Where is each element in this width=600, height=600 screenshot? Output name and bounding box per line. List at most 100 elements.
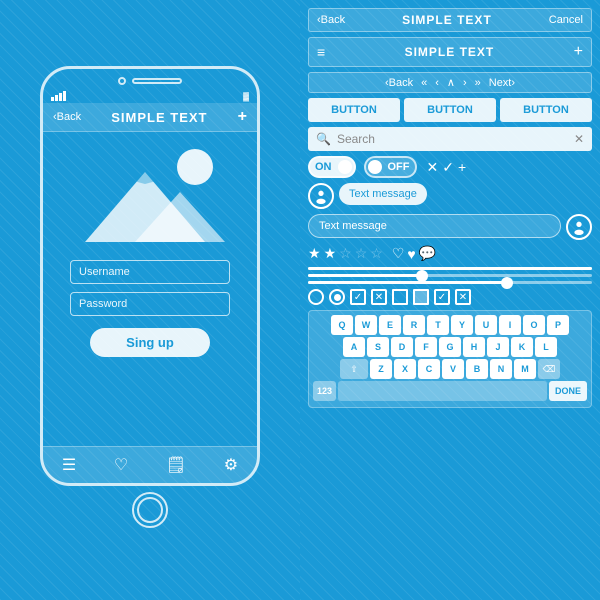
button-3[interactable]: BUTTON xyxy=(500,98,592,122)
key-done[interactable]: DONE xyxy=(549,381,587,401)
phone-back-button[interactable]: ‹Back xyxy=(53,111,81,123)
signal-bar-1 xyxy=(51,97,54,101)
star-empty-3[interactable]: ☆ xyxy=(370,245,383,262)
search-bar[interactable]: 🔍 Search ✕ xyxy=(308,127,592,151)
navbar-menu-icon[interactable]: ☰ xyxy=(62,455,76,475)
close-icon[interactable]: ✕ xyxy=(427,159,439,176)
key-num[interactable]: 123 xyxy=(313,381,336,401)
check-icon[interactable]: ✓ xyxy=(442,159,454,176)
keyboard-row-4: 123 DONE xyxy=(313,381,587,401)
key-m[interactable]: M xyxy=(514,359,536,379)
key-w[interactable]: W xyxy=(355,315,377,335)
toggle-row: ON OFF ✕ ✓ + xyxy=(308,156,592,178)
key-n[interactable]: N xyxy=(490,359,512,379)
toggle-off[interactable]: OFF xyxy=(364,156,417,178)
checkbox-x2[interactable]: ✕ xyxy=(455,289,471,305)
nav1-back[interactable]: ‹Back xyxy=(317,14,345,26)
key-space[interactable] xyxy=(338,381,547,401)
slider-3-thumb xyxy=(501,277,513,289)
key-z[interactable]: Z xyxy=(370,359,392,379)
checkbox-x[interactable]: ✕ xyxy=(371,289,387,305)
phone-content: Sing up xyxy=(43,132,257,446)
key-c[interactable]: C xyxy=(418,359,440,379)
phone-home-button[interactable] xyxy=(132,492,168,528)
nav1-cancel[interactable]: Cancel xyxy=(549,14,583,26)
signal-bar-3 xyxy=(59,93,62,101)
slider-3[interactable] xyxy=(308,281,592,284)
key-b[interactable]: B xyxy=(466,359,488,379)
checkbox-check2[interactable]: ✓ xyxy=(434,289,450,305)
key-a[interactable]: A xyxy=(343,337,365,357)
star-filled-2[interactable]: ★ xyxy=(324,245,337,262)
radio-1[interactable] xyxy=(308,289,324,305)
heart-icon[interactable]: ♡ xyxy=(392,245,405,262)
username-input[interactable] xyxy=(70,260,230,284)
keyboard-row-3: ⇧ Z X C V B N M ⌫ xyxy=(313,359,587,379)
navbar-gear-icon[interactable]: ⚙ xyxy=(224,455,238,475)
pag-next[interactable]: Next› xyxy=(487,77,517,89)
pag-next1[interactable]: › xyxy=(461,77,469,89)
pag-back[interactable]: ‹Back xyxy=(383,77,415,89)
key-d[interactable]: D xyxy=(391,337,413,357)
pagination-bar: ‹Back « ‹ ∧ › » Next› xyxy=(308,72,592,93)
slider-2[interactable] xyxy=(308,274,592,277)
chat-bubble-icon[interactable]: 💬 xyxy=(419,245,436,262)
key-o[interactable]: O xyxy=(523,315,545,335)
key-e[interactable]: E xyxy=(379,315,401,335)
phone-plus-button[interactable]: + xyxy=(238,108,247,126)
phone-image xyxy=(65,142,235,252)
password-input[interactable] xyxy=(70,292,230,316)
pag-next2[interactable]: » xyxy=(473,77,483,89)
nav2-plus-button[interactable]: + xyxy=(574,43,583,61)
key-i[interactable]: I xyxy=(499,315,521,335)
toggle-on[interactable]: ON xyxy=(308,156,356,178)
key-f[interactable]: F xyxy=(415,337,437,357)
navbar-heart-icon[interactable]: ♡ xyxy=(114,455,128,475)
key-delete[interactable]: ⌫ xyxy=(538,359,560,379)
radio-2[interactable] xyxy=(329,289,345,305)
key-h[interactable]: H xyxy=(463,337,485,357)
key-y[interactable]: Y xyxy=(451,315,473,335)
pag-up[interactable]: ∧ xyxy=(445,76,457,89)
key-x[interactable]: X xyxy=(394,359,416,379)
signup-button[interactable]: Sing up xyxy=(90,328,210,357)
key-t[interactable]: T xyxy=(427,315,449,335)
keyboard[interactable]: Q W E R T Y U I O P A S D F G H J K L ⇧ … xyxy=(308,310,592,408)
star-empty-2[interactable]: ☆ xyxy=(355,245,368,262)
key-j[interactable]: J xyxy=(487,337,509,357)
key-v[interactable]: V xyxy=(442,359,464,379)
phone-app-header: ‹Back SIMPLE TEXT + xyxy=(43,103,257,132)
key-r[interactable]: R xyxy=(403,315,425,335)
nav1-title: SIMPLE TEXT xyxy=(351,13,543,27)
plus-icon[interactable]: + xyxy=(458,159,466,175)
navbar-note-icon[interactable]: 🗒 xyxy=(166,455,186,475)
checkbox-empty-1[interactable] xyxy=(392,289,408,305)
ui-kit-section: ‹Back SIMPLE TEXT Cancel ≡ SIMPLE TEXT +… xyxy=(300,0,600,600)
key-l[interactable]: L xyxy=(535,337,557,357)
star-filled-1[interactable]: ★ xyxy=(308,245,321,262)
search-icon: 🔍 xyxy=(316,132,331,146)
slider-1[interactable] xyxy=(308,267,592,270)
key-q[interactable]: Q xyxy=(331,315,353,335)
key-shift[interactable]: ⇧ xyxy=(340,359,368,379)
search-clear-icon[interactable]: ✕ xyxy=(574,132,584,146)
button-2[interactable]: BUTTON xyxy=(404,98,496,122)
checkbox-filled[interactable] xyxy=(413,289,429,305)
key-p[interactable]: P xyxy=(547,315,569,335)
slider-3-fill xyxy=(308,281,507,284)
pag-prev1[interactable]: ‹ xyxy=(433,77,441,89)
message-sent-row: Text message xyxy=(308,183,592,209)
checkbox-checked[interactable]: ✓ xyxy=(350,289,366,305)
heart-filled-icon[interactable]: ♥ xyxy=(407,246,415,262)
key-s[interactable]: S xyxy=(367,337,389,357)
button-1[interactable]: BUTTON xyxy=(308,98,400,122)
key-g[interactable]: G xyxy=(439,337,461,357)
keyboard-row-1: Q W E R T Y U I O P xyxy=(313,315,587,335)
message-received-row: Text message xyxy=(308,214,592,240)
star-empty-1[interactable]: ☆ xyxy=(339,245,352,262)
phone-camera xyxy=(118,77,126,85)
nav2-menu-icon[interactable]: ≡ xyxy=(317,44,325,60)
key-u[interactable]: U xyxy=(475,315,497,335)
key-k[interactable]: K xyxy=(511,337,533,357)
pag-prev2[interactable]: « xyxy=(419,77,429,89)
